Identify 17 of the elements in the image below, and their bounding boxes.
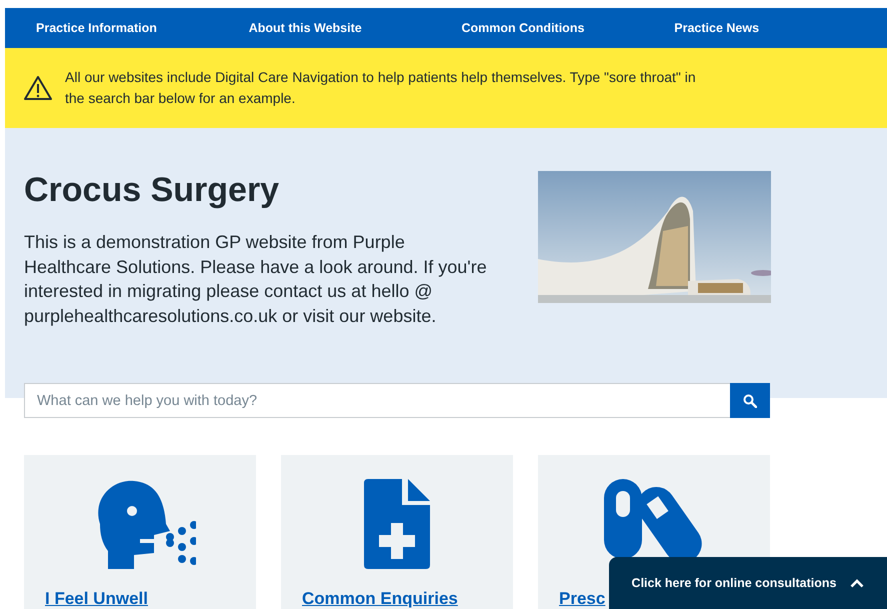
nav-link[interactable]: Practice Information [36, 21, 249, 35]
intro-text: This is a demonstration GP website from Purple Healthcare Solutions. Please have a look around. If you're interested in migrating please contact us at hello @ purplehealthcaresolutions.co.uk or visit our website. [24, 231, 488, 328]
card-link[interactable]: Common Enquiries [302, 589, 458, 609]
search-field[interactable]: What can we help you with today? [24, 383, 730, 418]
search-button[interactable] [730, 383, 770, 418]
consultations-button[interactable]: Click here for online consultations [609, 557, 887, 609]
nav-link[interactable]: Common Conditions [462, 21, 674, 35]
notice-text: All our websites include Digital Care Navigation to help patients help themselves. Type "sore throat" in the search bar below for an example. [65, 68, 697, 108]
warning-icon [23, 75, 53, 101]
page-title: Crocus Surgery [24, 171, 280, 210]
search-icon [743, 394, 757, 408]
card-link[interactable]: Presc [559, 589, 606, 609]
nav-link[interactable]: About this Website [248, 21, 462, 35]
medical-document-icon [364, 479, 430, 569]
nav-link[interactable]: Practice News [674, 21, 887, 35]
chevron-up-icon [850, 578, 864, 588]
card-link[interactable]: I Feel Unwell [45, 589, 148, 609]
